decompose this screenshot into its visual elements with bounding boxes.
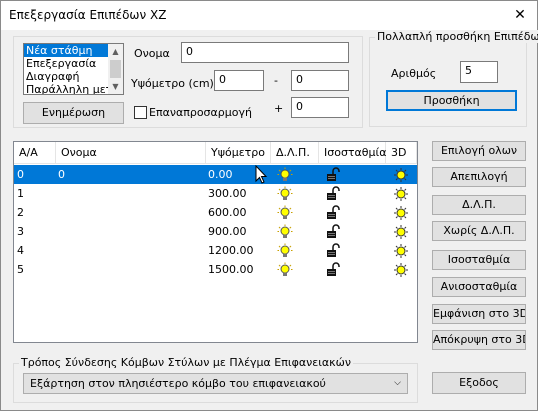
cell-height: 300.00 <box>208 187 247 200</box>
lightbulb-icon[interactable] <box>277 205 293 221</box>
no-dlp-button[interactable]: Χωρίς Δ.Λ.Π. <box>432 221 526 241</box>
add-button[interactable]: Προσθήκη <box>386 90 517 111</box>
count-label: Αριθμός <box>391 67 437 80</box>
name-input[interactable]: 0 <box>181 42 349 63</box>
unlevel-button[interactable]: Ανισοσταθμία <box>432 277 526 297</box>
cell-name <box>56 222 58 241</box>
header-height[interactable]: Υψόμετρο <box>206 142 271 164</box>
scroll-up-icon[interactable]: ▲ <box>108 44 123 59</box>
padlock-open-icon[interactable] <box>325 186 341 202</box>
header-dlp[interactable]: Δ.Λ.Π. <box>271 142 319 164</box>
sun-icon[interactable] <box>393 205 409 221</box>
cell-name <box>56 203 58 222</box>
connection-title: Τρόπος Σύνδεσης Κόμβων Στύλων με Πλέγμα … <box>19 356 354 369</box>
dialog-window: Επεξεργασία Επιπέδων XZ ✕ Νέα στάθμη Επεξ… <box>0 0 538 411</box>
cell-name <box>56 241 58 260</box>
count-input[interactable]: 5 <box>460 61 498 83</box>
multi-add-title: Πολλαπλή προσθήκη Επιπέδων <box>375 30 538 43</box>
lightbulb-icon[interactable] <box>277 167 293 183</box>
sun-icon[interactable] <box>393 262 409 278</box>
padlock-open-icon[interactable] <box>325 224 341 240</box>
lightbulb-icon[interactable] <box>277 186 293 202</box>
plus-input[interactable]: 0 <box>291 97 349 118</box>
chevron-down-icon[interactable]: ⌵ <box>394 378 401 388</box>
actions-listbox[interactable]: Νέα στάθμη Επεξεργασία Διαγραφή Παράλληλη μ… <box>23 43 124 95</box>
sun-icon[interactable] <box>393 186 409 202</box>
mouse-cursor-icon <box>255 165 268 184</box>
level-button[interactable]: Ισοσταθμία <box>432 250 526 270</box>
cell-aa: 3 <box>17 225 24 238</box>
show-3d-button[interactable]: Εμφάνιση στο 3D <box>432 304 526 324</box>
deselect-button[interactable]: Απεπιλογή <box>432 167 526 187</box>
cell-aa: 0 <box>17 168 24 181</box>
cell-height: 600.00 <box>208 206 247 219</box>
scroll-down-icon[interactable]: ▼ <box>108 79 123 94</box>
padlock-open-icon[interactable] <box>325 167 341 183</box>
lightbulb-icon[interactable] <box>277 262 293 278</box>
name-label: Ονομα <box>134 47 170 60</box>
table-row[interactable]: 3 900.00 <box>14 222 417 241</box>
levels-table[interactable]: Α/Α Ονομα Υψόμετρο Δ.Λ.Π. Ισοσταθμία 3D … <box>13 141 418 343</box>
reposition-checkbox[interactable] <box>134 106 147 119</box>
sun-icon[interactable] <box>393 167 409 183</box>
hide-3d-button[interactable]: Απόκρυψη στο 3D <box>432 330 526 350</box>
plus-label: + <box>274 102 284 115</box>
multi-add-group <box>369 37 527 127</box>
lightbulb-icon[interactable] <box>277 243 293 259</box>
connection-dropdown[interactable]: Εξάρτηση στον πλησιέστερο κόμβο του επιφ… <box>23 373 408 394</box>
cell-aa: 4 <box>17 244 24 257</box>
table-row[interactable]: 4 1200.00 <box>14 241 417 260</box>
header-3d[interactable]: 3D <box>386 142 417 164</box>
padlock-open-icon[interactable] <box>325 205 341 221</box>
lightbulb-icon[interactable] <box>277 224 293 240</box>
sun-icon[interactable] <box>393 224 409 240</box>
exit-button[interactable]: Εξοδος <box>432 372 526 394</box>
dash-label: - <box>274 74 278 87</box>
header-name[interactable]: Ονομα <box>56 142 206 164</box>
connection-selected: Εξάρτηση στον πλησιέστερο κόμβο του επιφ… <box>30 377 326 390</box>
title-bar: Επεξεργασία Επιπέδων XZ ✕ <box>1 1 537 30</box>
table-row[interactable]: 1 300.00 <box>14 184 417 203</box>
cell-height: 1200.00 <box>208 244 254 257</box>
listbox-scrollbar[interactable]: ▲ ▼ <box>108 44 123 94</box>
height-to-input[interactable]: 0 <box>291 70 349 91</box>
dlp-button[interactable]: Δ.Λ.Π. <box>432 195 526 215</box>
padlock-open-icon[interactable] <box>325 262 341 278</box>
cell-name: 0 <box>58 168 65 181</box>
table-row[interactable]: 2 600.00 <box>14 203 417 222</box>
header-level[interactable]: Ισοσταθμία <box>319 142 387 164</box>
height-from-input[interactable]: 0 <box>214 70 264 91</box>
table-header: Α/Α Ονομα Υψόμετρο Δ.Λ.Π. Ισοσταθμία 3D <box>14 142 417 164</box>
table-row[interactable]: 0 0 0.00 <box>14 165 417 184</box>
cell-aa: 2 <box>17 206 24 219</box>
reposition-label: Επαναπροσαρμογή <box>149 106 252 119</box>
sun-icon[interactable] <box>393 243 409 259</box>
window-title: Επεξεργασία Επιπέδων XZ <box>9 8 167 22</box>
close-icon[interactable]: ✕ <box>503 1 537 30</box>
padlock-open-icon[interactable] <box>325 243 341 259</box>
cell-height: 900.00 <box>208 225 247 238</box>
select-all-button[interactable]: Επιλογή ολων <box>432 141 526 161</box>
cell-name <box>56 184 58 203</box>
cell-name <box>56 260 58 279</box>
cell-height: 1500.00 <box>208 263 254 276</box>
scroll-thumb[interactable] <box>110 60 121 78</box>
cell-aa: 1 <box>17 187 24 200</box>
update-button[interactable]: Ενημέρωση <box>23 102 124 124</box>
cell-aa: 5 <box>17 263 24 276</box>
cell-height: 0.00 <box>208 168 233 181</box>
table-row[interactable]: 5 1500.00 <box>14 260 417 279</box>
height-label: Υψόμετρο (cm) <box>131 77 214 90</box>
header-aa[interactable]: Α/Α <box>14 142 56 164</box>
